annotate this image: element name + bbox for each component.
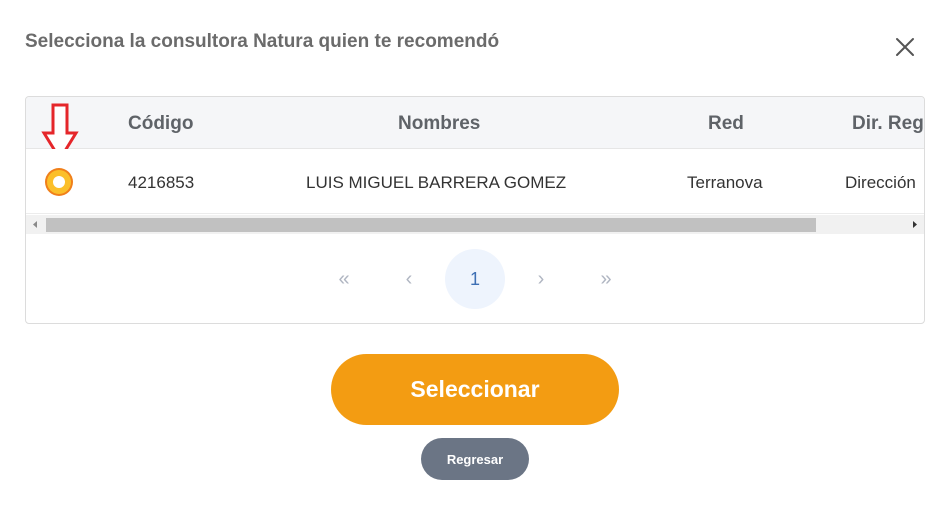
consultant-table: Código Nombres Red Dir. Reg 4216853 LUIS… xyxy=(25,96,925,324)
select-button[interactable]: Seleccionar xyxy=(331,354,619,425)
close-button[interactable] xyxy=(893,35,917,59)
table-header: Código Nombres Red Dir. Reg xyxy=(26,97,924,149)
current-page[interactable]: 1 xyxy=(445,249,505,309)
last-page-button[interactable]: » xyxy=(586,259,626,299)
scroll-left-arrow-icon xyxy=(33,221,37,228)
column-header-red: Red xyxy=(708,113,744,134)
column-header-dir-reg: Dir. Reg xyxy=(852,113,924,134)
scroll-left-button[interactable] xyxy=(26,215,45,234)
pagination: « ‹ 1 › » xyxy=(26,249,924,309)
table-row[interactable]: 4216853 LUIS MIGUEL BARRERA GOMEZ Terran… xyxy=(26,149,924,214)
first-page-button[interactable]: « xyxy=(324,259,364,299)
cell-nombres: LUIS MIGUEL BARRERA GOMEZ xyxy=(306,173,567,192)
column-header-codigo: Código xyxy=(128,113,194,134)
close-icon xyxy=(896,38,914,56)
scroll-right-arrow-icon xyxy=(913,221,917,228)
cell-codigo: 4216853 xyxy=(128,173,195,192)
prev-page-button[interactable]: ‹ xyxy=(389,259,429,299)
back-button[interactable]: Regresar xyxy=(421,438,529,480)
cell-dir-reg: Dirección xyxy=(845,173,916,192)
horizontal-scrollbar[interactable] xyxy=(26,215,924,234)
next-page-button[interactable]: › xyxy=(521,259,561,299)
row-select-radio[interactable] xyxy=(47,170,71,194)
scroll-right-button[interactable] xyxy=(905,215,924,234)
column-header-nombres: Nombres xyxy=(398,113,481,134)
scrollbar-thumb[interactable] xyxy=(46,218,816,232)
cell-red: Terranova xyxy=(687,173,763,192)
modal-title: Selecciona la consultora Natura quien te… xyxy=(25,31,500,52)
